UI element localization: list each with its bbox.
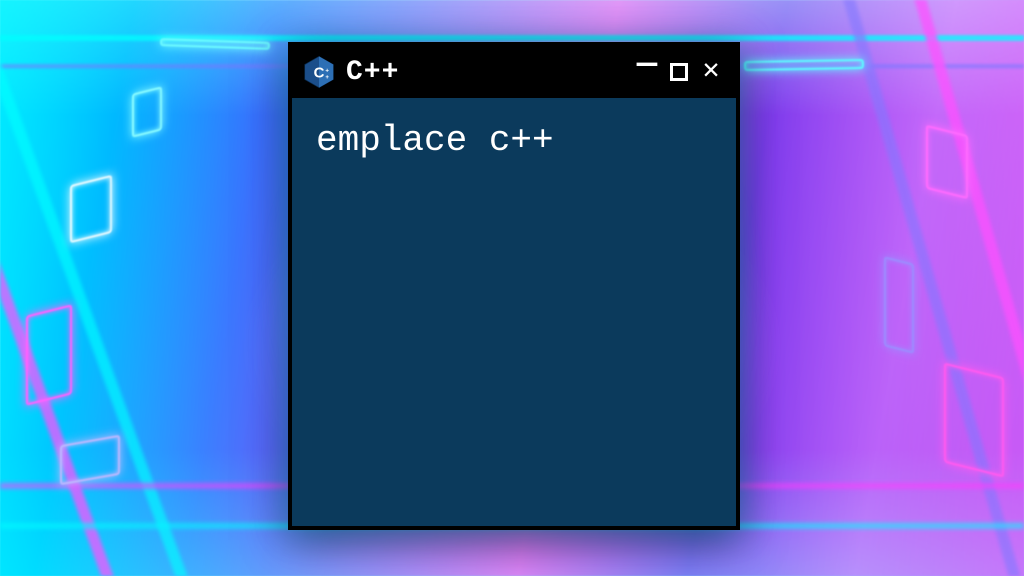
window-controls: — ✕	[634, 59, 724, 85]
neon-glyph	[944, 363, 1004, 478]
terminal-text: emplace c++	[316, 120, 712, 161]
neon-glyph	[132, 86, 162, 137]
svg-text:+: +	[325, 74, 329, 81]
svg-text:C: C	[314, 64, 325, 81]
minimize-button[interactable]: —	[634, 52, 660, 78]
cpp-hex-icon: C + +	[302, 55, 336, 89]
neon-glyph	[884, 256, 914, 353]
terminal-body[interactable]: emplace c++	[292, 98, 736, 183]
neon-glyph	[26, 304, 72, 405]
window-title: C++	[346, 57, 624, 88]
neon-glyph	[70, 175, 112, 243]
titlebar[interactable]: C + + C++ — ✕	[292, 46, 736, 98]
maximize-button[interactable]	[670, 63, 688, 81]
terminal-window: C + + C++ — ✕ emplace c++	[288, 42, 740, 530]
neon-glyph	[926, 125, 968, 199]
close-button[interactable]: ✕	[698, 59, 724, 85]
